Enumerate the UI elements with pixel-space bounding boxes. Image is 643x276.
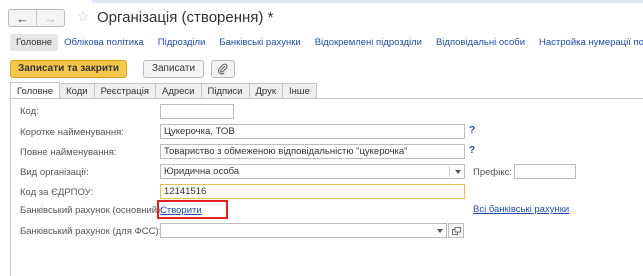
tab-main[interactable]: Головне [10, 82, 61, 99]
history-nav: ← → [8, 9, 65, 27]
section-nav: Головне Облікова політика Підрозділи Бан… [10, 33, 643, 51]
page-title: Організація (створення) * [97, 9, 274, 26]
subnav-item-numbering-settings[interactable]: Настройка нумерації под [539, 37, 643, 48]
subnav-item-main[interactable]: Головне [10, 33, 59, 51]
save-and-close-button[interactable]: Записати та закрити [10, 59, 127, 78]
form-tabs: Головне Коди Реєстрація Адреси Підписи Д… [10, 82, 317, 99]
org-type-select[interactable]: Юридична особа [160, 164, 465, 179]
full-name-help-icon[interactable]: ? [469, 145, 475, 156]
favorite-star-icon[interactable]: ☆ [77, 9, 90, 23]
tab-other[interactable]: Інше [282, 83, 317, 99]
short-name-field[interactable]: Цукерочка, ТОВ [160, 124, 465, 139]
short-name-label: Коротке найменування: [20, 127, 124, 138]
bank-fss-label: Банківський рахунок (для ФСС): [20, 226, 162, 237]
dropdown-separator [449, 166, 450, 177]
highlight-box [157, 200, 228, 219]
short-name-help-icon[interactable]: ? [469, 125, 475, 136]
edrpou-label: Код за ЄДРПОУ: [20, 187, 94, 198]
full-name-label: Повне найменування: [20, 147, 117, 158]
tab-addresses[interactable]: Адреси [154, 83, 202, 99]
tab-print[interactable]: Друк [248, 83, 284, 99]
subnav-item-accounting-policy[interactable]: Облікова політика [64, 37, 144, 48]
prefix-label: Префікс: [473, 167, 512, 178]
back-arrow-icon[interactable]: ← [9, 10, 37, 26]
full-name-field[interactable]: Товариство з обмеженою відповідальністю … [160, 144, 465, 159]
command-bar: Записати та закрити Записати [10, 59, 235, 78]
all-bank-accounts-link[interactable]: Всі банківські рахунки [473, 204, 569, 215]
org-type-value: Юридична особа [164, 166, 240, 177]
code-field[interactable] [160, 104, 234, 119]
chevron-down-icon[interactable] [455, 170, 461, 174]
subnav-item-departments[interactable]: Підрозділи [158, 37, 206, 48]
chevron-down-icon[interactable] [437, 229, 443, 233]
open-window-icon [451, 226, 461, 235]
open-item-button[interactable] [448, 223, 464, 238]
window-top-accent [92, 0, 643, 3]
org-type-label: Вид організації: [20, 167, 89, 178]
tab-codes[interactable]: Коди [59, 83, 95, 99]
window-top-strip [0, 0, 643, 5]
prefix-field[interactable] [514, 164, 576, 179]
forward-arrow-icon[interactable]: → [37, 10, 64, 26]
edrpou-field[interactable]: 12141516 [160, 184, 465, 199]
bank-fss-select[interactable] [160, 223, 447, 238]
save-button[interactable]: Записати [143, 59, 204, 78]
subnav-item-separate-divisions[interactable]: Відокремлені підрозділи [315, 37, 422, 48]
bank-main-label: Банківський рахунок (основний): [20, 205, 163, 216]
paperclip-icon [218, 63, 228, 74]
tab-registration[interactable]: Реєстрація [93, 83, 156, 99]
tab-signatures[interactable]: Підписи [200, 83, 250, 99]
code-label: Код: [20, 106, 39, 117]
subnav-item-responsible-persons[interactable]: Відповідальні особи [436, 37, 525, 48]
subnav-item-bank-accounts[interactable]: Банківські рахунки [219, 37, 300, 48]
attach-button[interactable] [211, 59, 235, 78]
